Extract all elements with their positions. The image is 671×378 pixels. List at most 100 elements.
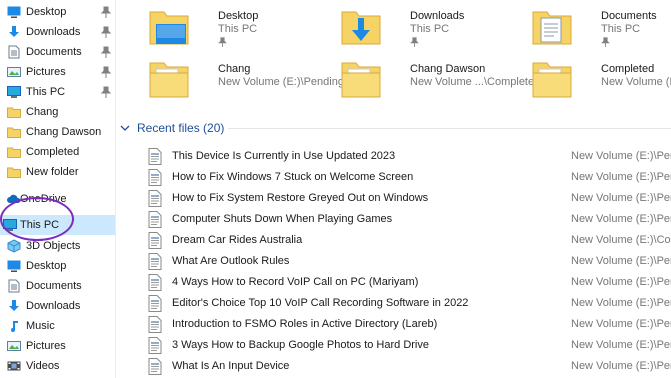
sidebar-item-downloads-pc[interactable]: Downloads <box>0 296 115 316</box>
tile-location: New Volume (E:) <box>601 76 671 88</box>
content-pane: Desktop This PC Downloads This PC Docume… <box>116 0 671 378</box>
sidebar-item-onedrive[interactable]: OneDrive <box>0 189 115 209</box>
word-document-icon <box>148 274 162 291</box>
sidebar-item-desktop[interactable]: Desktop <box>0 2 115 22</box>
sidebar-item-pictures-pc[interactable]: Pictures <box>0 336 115 356</box>
pin-icon <box>101 66 111 78</box>
recent-file-row[interactable]: How to Fix System Restore Greyed Out on … <box>146 188 671 209</box>
downloads-icon <box>9 300 19 311</box>
tile-name: Completed <box>601 63 655 75</box>
sidebar-item-new-folder[interactable]: New folder <box>0 162 115 182</box>
quick-access-downloads[interactable]: Downloads This PC <box>338 4 528 54</box>
folder-icon <box>7 147 21 158</box>
recent-file-row[interactable]: Introduction to FSMO Roles in Active Dir… <box>146 314 671 335</box>
pictures-icon <box>7 67 21 77</box>
pin-icon <box>601 37 610 47</box>
quick-access-desktop[interactable]: Desktop This PC <box>146 4 336 54</box>
downloads-folder-icon <box>341 11 381 45</box>
sidebar-item-this-pc[interactable]: This PC <box>0 82 115 102</box>
file-name: What Are Outlook Rules <box>172 255 290 267</box>
sidebar-item-desktop-pc[interactable]: Desktop <box>0 256 115 276</box>
sidebar-item-label: This PC <box>20 219 60 231</box>
word-document-icon <box>148 253 162 270</box>
file-location: New Volume (E:)\Pend <box>571 213 671 225</box>
recent-files-header[interactable]: Recent files (20) <box>120 120 224 136</box>
folder-icon <box>7 127 21 138</box>
sidebar-item-chang-dawson[interactable]: Chang Dawson <box>0 122 115 142</box>
file-name: This Device Is Currently in Use Updated … <box>172 150 396 162</box>
sidebar-item-pictures[interactable]: Pictures <box>0 62 115 82</box>
sidebar-item-chang[interactable]: Chang <box>0 102 115 122</box>
desktop-folder-icon <box>149 11 189 45</box>
sidebar-item-label: Completed <box>26 146 80 158</box>
pictures-icon <box>7 341 21 351</box>
sidebar-item-downloads[interactable]: Downloads <box>0 22 115 42</box>
documents-folder-icon <box>532 11 572 45</box>
sidebar-item-3d-objects[interactable]: 3D Objects <box>0 236 115 256</box>
folder-icon <box>7 107 21 118</box>
documents-icon <box>8 279 20 293</box>
recent-file-row[interactable]: What Is An Input Device New Volume (E:)\… <box>146 356 671 377</box>
sidebar-item-label: Downloads <box>26 26 81 38</box>
sidebar-item-label: Pictures <box>26 66 66 78</box>
sidebar-item-label: OneDrive <box>20 193 67 205</box>
word-document-icon <box>148 316 162 333</box>
sidebar-item-label: Chang <box>26 106 59 118</box>
sidebar-item-completed[interactable]: Completed <box>0 142 115 162</box>
word-document-icon <box>148 148 162 165</box>
file-location: New Volume (E:)\Pend <box>571 297 671 309</box>
word-document-icon <box>148 190 162 207</box>
section-divider <box>228 128 671 129</box>
chevron-down-icon <box>120 125 130 131</box>
sidebar-item-videos[interactable]: Videos <box>0 356 115 376</box>
tile-name: Desktop <box>218 10 259 22</box>
quick-access-completed[interactable]: Completed New Volume (E:) <box>529 57 671 107</box>
tile-name: Documents <box>601 10 657 22</box>
onedrive-icon <box>7 194 21 203</box>
tile-name: Downloads <box>410 10 465 22</box>
tile-name: Chang <box>218 63 251 75</box>
file-location: New Volume (E:)\Pend <box>571 318 671 330</box>
sidebar-item-music[interactable]: Music <box>0 316 115 336</box>
tile-location: This PC <box>218 23 258 35</box>
sidebar-item-label: 3D Objects <box>26 240 81 252</box>
sidebar-item-label: Music <box>26 320 55 332</box>
recent-file-row[interactable]: Computer Shuts Down When Playing Games N… <box>146 209 671 230</box>
file-name: Introduction to FSMO Roles in Active Dir… <box>172 318 438 330</box>
desktop-icon <box>7 6 21 18</box>
file-location: New Volume (E:)\Pend <box>571 255 671 267</box>
quick-access-chang-dawson[interactable]: Chang Dawson New Volume ...\Completed <box>338 57 540 107</box>
sidebar-item-label: Videos <box>26 360 60 372</box>
sidebar-item-label: Chang Dawson <box>26 126 102 138</box>
quick-access-documents[interactable]: Documents This PC <box>529 4 671 54</box>
navigation-pane: Desktop Downloads Documents Pictures Thi… <box>0 0 116 378</box>
recent-file-row[interactable]: Editor's Choice Top 10 VoIP Call Recordi… <box>146 293 671 314</box>
pin-icon <box>410 37 419 47</box>
videos-icon <box>7 361 21 371</box>
recent-file-row[interactable]: What Are Outlook Rules New Volume (E:)\P… <box>146 251 671 272</box>
quick-access-chang[interactable]: Chang New Volume (E:)\Pending <box>146 57 344 107</box>
recent-file-row[interactable]: How to Fix Windows 7 Stuck on Welcome Sc… <box>146 167 671 188</box>
sidebar-item-label: New folder <box>26 166 79 178</box>
file-name: How to Fix Windows 7 Stuck on Welcome Sc… <box>172 171 414 183</box>
sidebar-item-documents-pc[interactable]: Documents <box>0 276 115 296</box>
recent-file-row[interactable]: 3 Ways How to Backup Google Photos to Ha… <box>146 335 671 356</box>
word-document-icon <box>148 337 162 354</box>
recent-file-row[interactable]: This Device Is Currently in Use Updated … <box>146 146 671 167</box>
file-location: New Volume (E:)\Pend <box>571 171 671 183</box>
desktop-icon <box>7 260 21 272</box>
file-location: New Volume (E:)\Pend <box>571 192 671 204</box>
sidebar-item-documents[interactable]: Documents <box>0 42 115 62</box>
this-pc-icon <box>3 219 17 231</box>
recent-file-row[interactable]: Dream Car Rides Australia New Volume (E:… <box>146 230 671 251</box>
music-icon <box>11 321 18 332</box>
sidebar-item-this-pc-selected[interactable]: This PC <box>0 215 115 235</box>
sidebar-item-label: Downloads <box>26 300 81 312</box>
tile-location: This PC <box>601 23 641 35</box>
recent-file-row[interactable]: 4 Ways How to Record VoIP Call on PC (Ma… <box>146 272 671 293</box>
file-location: New Volume (E:)\Pend <box>571 150 671 162</box>
file-name: How to Fix System Restore Greyed Out on … <box>172 192 429 204</box>
sidebar-item-label: Documents <box>26 280 82 292</box>
tile-location: New Volume (E:)\Pending <box>218 76 344 88</box>
word-document-icon <box>148 211 162 228</box>
